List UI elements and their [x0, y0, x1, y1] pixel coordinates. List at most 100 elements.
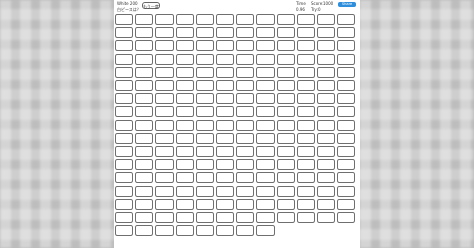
- grid-tile[interactable]: [155, 132, 174, 144]
- grid-tile[interactable]: [276, 80, 295, 92]
- grid-tile[interactable]: [337, 185, 356, 197]
- grid-tile[interactable]: [296, 53, 315, 65]
- grid-tile[interactable]: [236, 172, 255, 184]
- grid-tile[interactable]: [276, 40, 295, 52]
- grid-tile[interactable]: [195, 198, 214, 210]
- grid-tile[interactable]: [317, 93, 336, 105]
- grid-tile[interactable]: [216, 106, 235, 118]
- grid-tile[interactable]: [135, 225, 154, 237]
- grid-tile[interactable]: [135, 132, 154, 144]
- grid-tile[interactable]: [115, 159, 134, 171]
- grid-tile[interactable]: [317, 159, 336, 171]
- grid-tile[interactable]: [155, 93, 174, 105]
- grid-tile[interactable]: [155, 40, 174, 52]
- grid-tile[interactable]: [175, 159, 194, 171]
- grid-tile[interactable]: [216, 40, 235, 52]
- grid-tile[interactable]: [276, 106, 295, 118]
- grid-tile[interactable]: [175, 14, 194, 26]
- grid-tile[interactable]: [337, 66, 356, 78]
- grid-tile[interactable]: [216, 146, 235, 158]
- grid-tile[interactable]: [175, 106, 194, 118]
- grid-tile[interactable]: [236, 198, 255, 210]
- grid-tile[interactable]: [216, 198, 235, 210]
- grid-tile[interactable]: [155, 172, 174, 184]
- grid-tile[interactable]: [276, 53, 295, 65]
- grid-tile[interactable]: [135, 106, 154, 118]
- grid-tile[interactable]: [337, 27, 356, 39]
- grid-tile[interactable]: [317, 40, 336, 52]
- grid-tile[interactable]: [155, 27, 174, 39]
- grid-tile[interactable]: [296, 66, 315, 78]
- grid-tile[interactable]: [115, 80, 134, 92]
- grid-tile[interactable]: [135, 159, 154, 171]
- grid-tile[interactable]: [296, 93, 315, 105]
- grid-tile[interactable]: [216, 14, 235, 26]
- grid-tile[interactable]: [337, 80, 356, 92]
- grid-tile[interactable]: [195, 146, 214, 158]
- grid-tile[interactable]: [115, 146, 134, 158]
- grid-tile[interactable]: [337, 212, 356, 224]
- grid-tile[interactable]: [236, 93, 255, 105]
- grid-tile[interactable]: [155, 159, 174, 171]
- grid-tile[interactable]: [236, 119, 255, 131]
- grid-tile[interactable]: [337, 53, 356, 65]
- grid-tile[interactable]: [216, 159, 235, 171]
- grid-tile[interactable]: [155, 53, 174, 65]
- grid-tile[interactable]: [216, 27, 235, 39]
- grid-tile[interactable]: [317, 53, 336, 65]
- grid-tile[interactable]: [296, 40, 315, 52]
- grid-tile[interactable]: [256, 146, 275, 158]
- grid-tile[interactable]: [155, 185, 174, 197]
- grid-tile[interactable]: [195, 27, 214, 39]
- grid-tile[interactable]: [296, 119, 315, 131]
- grid-tile[interactable]: [115, 53, 134, 65]
- grid-tile[interactable]: [115, 66, 134, 78]
- grid-tile[interactable]: [256, 66, 275, 78]
- grid-tile[interactable]: [135, 93, 154, 105]
- start-button[interactable]: もう一度: [142, 2, 160, 9]
- grid-tile[interactable]: [175, 146, 194, 158]
- grid-tile[interactable]: [276, 66, 295, 78]
- grid-tile[interactable]: [135, 14, 154, 26]
- grid-tile[interactable]: [175, 119, 194, 131]
- grid-tile[interactable]: [135, 119, 154, 131]
- grid-tile[interactable]: [175, 53, 194, 65]
- grid-tile[interactable]: [135, 80, 154, 92]
- grid-tile[interactable]: [296, 172, 315, 184]
- grid-tile[interactable]: [155, 119, 174, 131]
- grid-tile[interactable]: [296, 27, 315, 39]
- grid-tile[interactable]: [256, 119, 275, 131]
- grid-tile[interactable]: [115, 172, 134, 184]
- grid-tile[interactable]: [115, 119, 134, 131]
- grid-tile[interactable]: [276, 93, 295, 105]
- grid-tile[interactable]: [216, 93, 235, 105]
- grid-tile[interactable]: [175, 225, 194, 237]
- grid-tile[interactable]: [135, 66, 154, 78]
- grid-tile[interactable]: [296, 14, 315, 26]
- grid-tile[interactable]: [317, 146, 336, 158]
- grid-tile[interactable]: [135, 212, 154, 224]
- grid-tile[interactable]: [296, 146, 315, 158]
- grid-tile[interactable]: [236, 53, 255, 65]
- grid-tile[interactable]: [115, 14, 134, 26]
- grid-tile[interactable]: [317, 14, 336, 26]
- grid-tile[interactable]: [175, 212, 194, 224]
- grid-tile[interactable]: [256, 53, 275, 65]
- grid-tile[interactable]: [337, 93, 356, 105]
- grid-tile[interactable]: [155, 14, 174, 26]
- grid-tile[interactable]: [276, 27, 295, 39]
- grid-tile[interactable]: [296, 159, 315, 171]
- grid-tile[interactable]: [195, 172, 214, 184]
- grid-tile[interactable]: [276, 14, 295, 26]
- grid-tile[interactable]: [175, 66, 194, 78]
- grid-tile[interactable]: [256, 93, 275, 105]
- grid-tile[interactable]: [296, 212, 315, 224]
- grid-tile[interactable]: [276, 212, 295, 224]
- grid-tile[interactable]: [256, 27, 275, 39]
- grid-tile[interactable]: [155, 212, 174, 224]
- grid-tile[interactable]: [317, 132, 336, 144]
- grid-tile[interactable]: [216, 132, 235, 144]
- grid-tile[interactable]: [256, 40, 275, 52]
- grid-tile[interactable]: [155, 225, 174, 237]
- grid-tile[interactable]: [317, 198, 336, 210]
